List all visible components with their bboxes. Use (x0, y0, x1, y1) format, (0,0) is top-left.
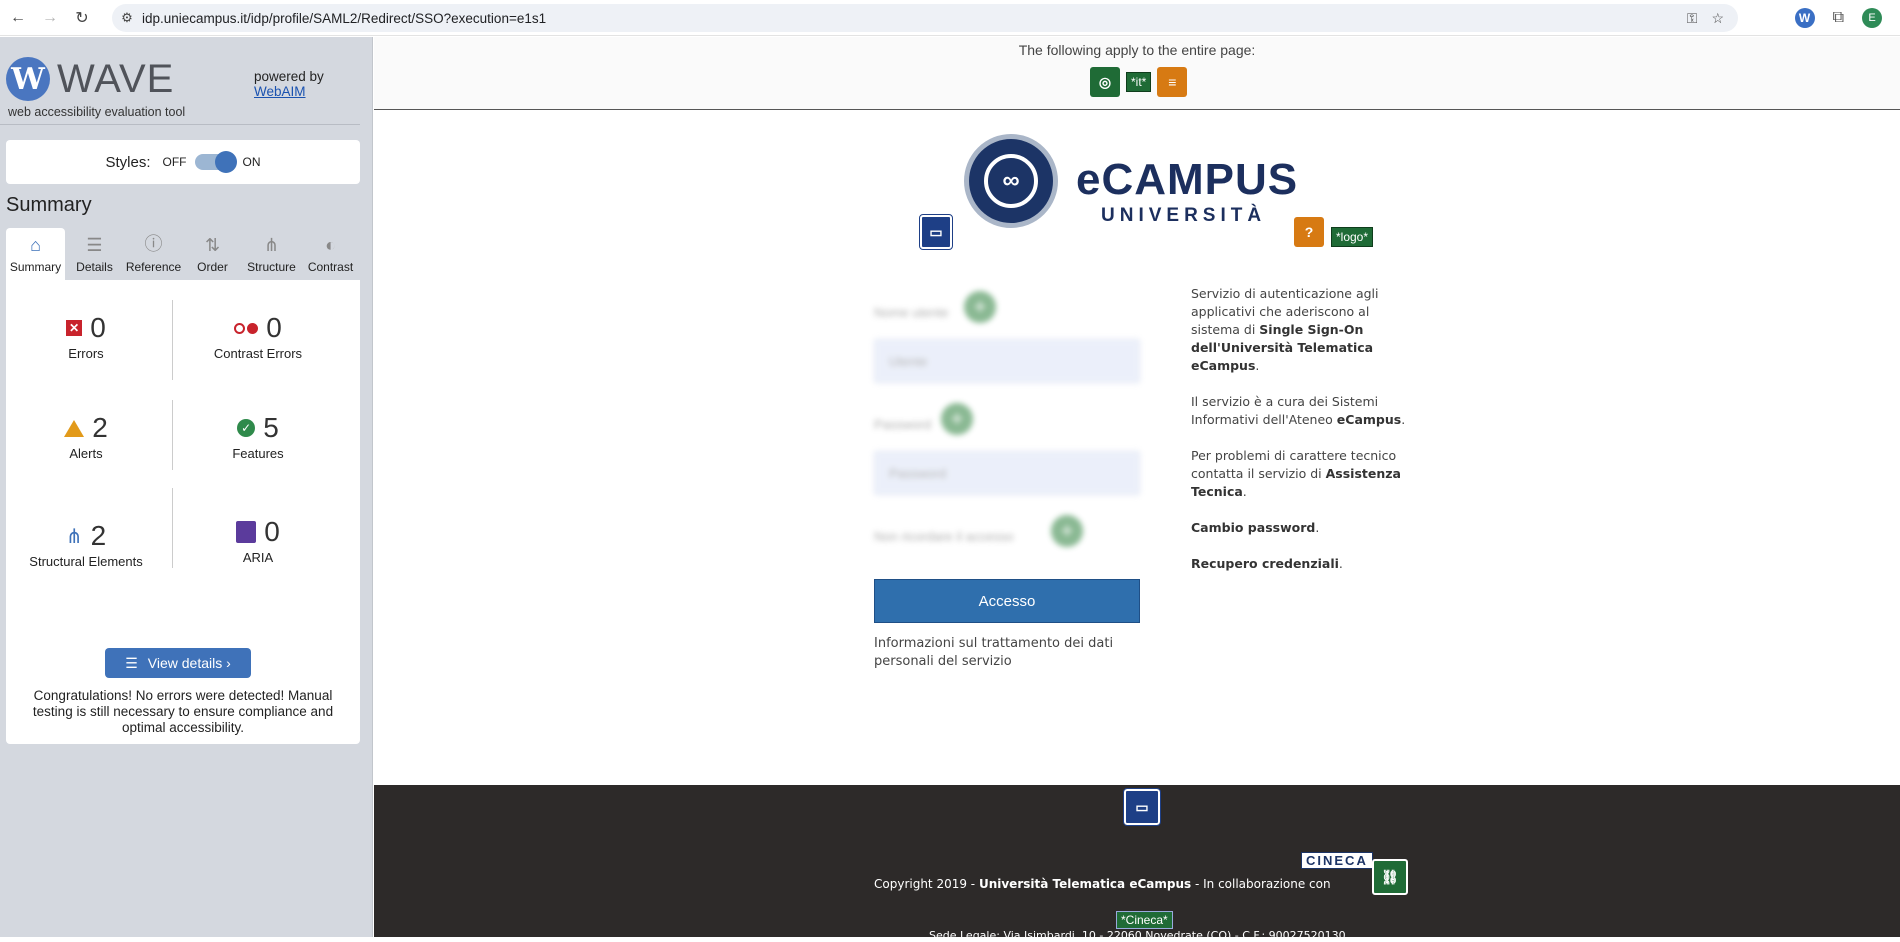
username-input[interactable]: Utente (874, 339, 1140, 383)
page-level-icons: The following apply to the entire page: … (374, 37, 1900, 110)
profile-avatar[interactable]: E (1862, 8, 1882, 28)
webaim-link[interactable]: WebAIM (254, 84, 306, 99)
wave-logo-icon: W (6, 57, 50, 101)
contrast-error-icon (234, 322, 259, 334)
privacy-link[interactable]: Informazioni sul trattamento dei dati pe… (874, 635, 1114, 671)
info-icon: ⓘ (144, 234, 163, 254)
password-label: Password (874, 417, 932, 432)
view-details-button[interactable]: ☰ View details › (105, 648, 251, 678)
stat-alerts[interactable]: 2 Alerts (6, 412, 166, 461)
wave-tagline: web accessibility evaluation tool (8, 105, 186, 119)
cineca-alt-label[interactable]: *Cineca* (1116, 911, 1173, 929)
header-region-icon[interactable]: ▭ (919, 214, 953, 250)
contrast-icon: ◐ (325, 235, 336, 255)
styles-off-label: OFF (162, 155, 187, 169)
ecampus-logo-icon[interactable]: ∞ (964, 134, 1058, 228)
legal-address: Sede Legale: Via Isimbardi, 10 - 22060 N… (929, 929, 1346, 942)
structure-icon: ⋔ (65, 525, 83, 548)
wave-extension-icon[interactable]: W (1794, 8, 1815, 28)
recover-credentials-link[interactable]: Recupero credenziali (1191, 556, 1339, 571)
linked-image-icon[interactable]: ⛓ (1372, 859, 1408, 895)
divider (172, 300, 173, 380)
divider (172, 400, 173, 470)
home-icon: ⌂ (30, 235, 41, 255)
styles-on-label: ON (242, 155, 261, 169)
list-icon: ☰ (125, 654, 138, 671)
tab-summary[interactable]: ⌂ Summary (6, 228, 65, 280)
stat-aria[interactable]: 0 ARIA (178, 516, 338, 565)
login-submit-button[interactable]: Accesso (874, 579, 1140, 623)
error-icon: ✕ (66, 320, 83, 336)
language-globe-icon[interactable]: ◎ (1090, 67, 1120, 97)
aria-icon (236, 521, 257, 543)
label-feature-icon[interactable]: + (941, 403, 973, 435)
copyright-text: Copyright 2019 - Università Telematica e… (874, 877, 1331, 891)
stat-contrast-errors[interactable]: 0 Contrast Errors (178, 312, 338, 361)
styles-label: Styles: (105, 153, 151, 171)
styles-toggle[interactable] (194, 151, 237, 173)
styles-toggle-box: Styles: OFF ON (6, 140, 360, 184)
forward-icon[interactable]: → (36, 4, 64, 32)
brand-name: eCAMPUS (1076, 155, 1299, 204)
wave-sidebar: W WAVE web accessibility evaluation tool… (0, 37, 373, 937)
list-icon: ☰ (86, 235, 103, 255)
stat-errors[interactable]: ✕ 0 Errors (6, 312, 166, 361)
wave-title: WAVE (57, 57, 175, 101)
summary-heading: Summary (6, 194, 92, 216)
language-label[interactable]: *it* (1126, 72, 1152, 92)
alt-alert-icon[interactable]: ? (1294, 217, 1324, 247)
toggle-knob (214, 151, 237, 173)
tab-structure[interactable]: ⋔ Structure (242, 228, 301, 280)
divider (172, 488, 173, 568)
tab-details[interactable]: ☰ Details (65, 228, 124, 280)
tab-contrast[interactable]: ◐ Contrast (301, 228, 360, 280)
wave-header: W WAVE web accessibility evaluation tool… (0, 37, 360, 125)
site-settings-icon[interactable]: ⚙ (112, 10, 142, 26)
alert-document-icon[interactable]: ≡ (1157, 67, 1188, 97)
extensions-icon[interactable]: ⧉ (1833, 9, 1844, 27)
tab-reference[interactable]: ⓘ Reference (124, 228, 183, 280)
reload-icon[interactable]: ↻ (68, 4, 96, 32)
wave-tabs: ⌂ Summary ☰ Details ⓘ Reference ⇅ Order ⋔ Str… (6, 228, 360, 280)
bookmark-star-icon[interactable]: ☆ (1711, 10, 1724, 27)
logo-alt-label[interactable]: *logo* (1331, 227, 1374, 247)
stat-structural[interactable]: ⋔ 2 Structural Elements (6, 520, 166, 569)
label-feature-icon[interactable]: + (1051, 515, 1083, 547)
alert-icon (64, 419, 85, 437)
stat-features[interactable]: ✓ 5 Features (178, 412, 338, 461)
structure-icon: ⋔ (263, 235, 280, 255)
powered-by: powered by WebAIM (254, 69, 324, 99)
service-info: Servizio di autenticazione agli applicat… (1191, 286, 1406, 571)
change-password-link[interactable]: Cambio password (1191, 520, 1315, 535)
browser-toolbar: ← → ↻ ⚙ idp.uniecampus.it/idp/profile/SA… (0, 0, 1900, 36)
address-bar[interactable]: ⚙ idp.uniecampus.it/idp/profile/SAML2/Re… (112, 4, 1738, 32)
apply-text: The following apply to the entire page: (1018, 42, 1256, 58)
footer-region-icon[interactable]: ▭ (1123, 788, 1161, 826)
label-feature-icon[interactable]: + (964, 291, 996, 323)
password-key-icon[interactable]: ⚿ (1687, 10, 1698, 27)
cineca-logo[interactable]: CINECA (1301, 852, 1373, 869)
remember-label[interactable]: Non ricordare il accesso (874, 529, 1013, 544)
password-input[interactable]: Password (874, 451, 1140, 495)
order-icon: ⇅ (204, 235, 221, 255)
back-icon[interactable]: ← (4, 4, 32, 32)
url-text[interactable]: idp.uniecampus.it/idp/profile/SAML2/Redi… (142, 11, 546, 26)
tab-order[interactable]: ⇅ Order (183, 228, 242, 280)
brand-sub: UNIVERSITÀ (1101, 205, 1267, 226)
username-label: Nome utente (874, 305, 949, 320)
feature-check-icon: ✓ (237, 419, 256, 437)
page-footer: ▭ Copyright 2019 - Università Telematica… (374, 785, 1900, 942)
congrats-message: Congratulations! No errors were detected… (32, 688, 334, 735)
page-content: The following apply to the entire page: … (374, 37, 1900, 942)
